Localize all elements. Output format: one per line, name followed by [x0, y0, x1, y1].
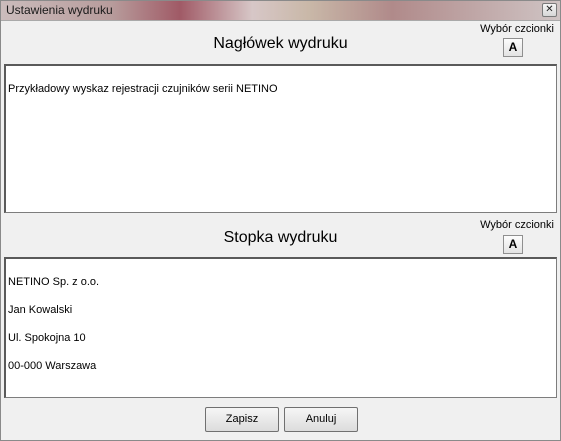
header-text: Przykładowy wyskaz rejestracji czujników… — [8, 83, 278, 95]
footer-section-title: Stopka wydruku — [223, 229, 338, 246]
header-font-picker-label: Wybór czcionki — [480, 23, 554, 35]
window-title: Ustawienia wydruku — [6, 3, 113, 17]
font-icon: A — [508, 237, 518, 251]
close-icon: ✕ — [545, 4, 554, 15]
header-text-area[interactable]: Przykładowy wyskaz rejestracji czujników… — [4, 64, 557, 213]
header-font-picker-button[interactable]: A — [503, 38, 523, 57]
save-button[interactable]: Zapisz — [205, 407, 279, 432]
cancel-button[interactable]: Anuluj — [284, 407, 358, 432]
font-icon: A — [508, 40, 518, 54]
header-section-bar: Nagłówek wydruku Wybór czcionki A — [4, 21, 557, 63]
footer-text-line: NETINO Sp. z o.o. — [8, 276, 100, 288]
footer-text-line: Ul. Spokojna 10 — [8, 332, 86, 344]
footer-text-line: 00-000 Warszawa — [8, 360, 97, 372]
header-section-title: Nagłówek wydruku — [213, 35, 348, 52]
footer-font-picker-label: Wybór czcionki — [480, 219, 554, 231]
title-bar[interactable]: Ustawienia wydruku ✕ — [1, 1, 560, 21]
print-settings-dialog: Ustawienia wydruku ✕ Nagłówek wydruku Wy… — [0, 0, 561, 441]
close-button[interactable]: ✕ — [542, 3, 557, 17]
footer-section-bar: Stopka wydruku Wybór czcionki A — [4, 213, 557, 255]
footer-text-area[interactable]: NETINO Sp. z o.o. Jan Kowalski Ul. Spoko… — [4, 257, 557, 398]
footer-font-picker-button[interactable]: A — [503, 235, 523, 254]
footer-text-line: Jan Kowalski — [8, 304, 73, 316]
